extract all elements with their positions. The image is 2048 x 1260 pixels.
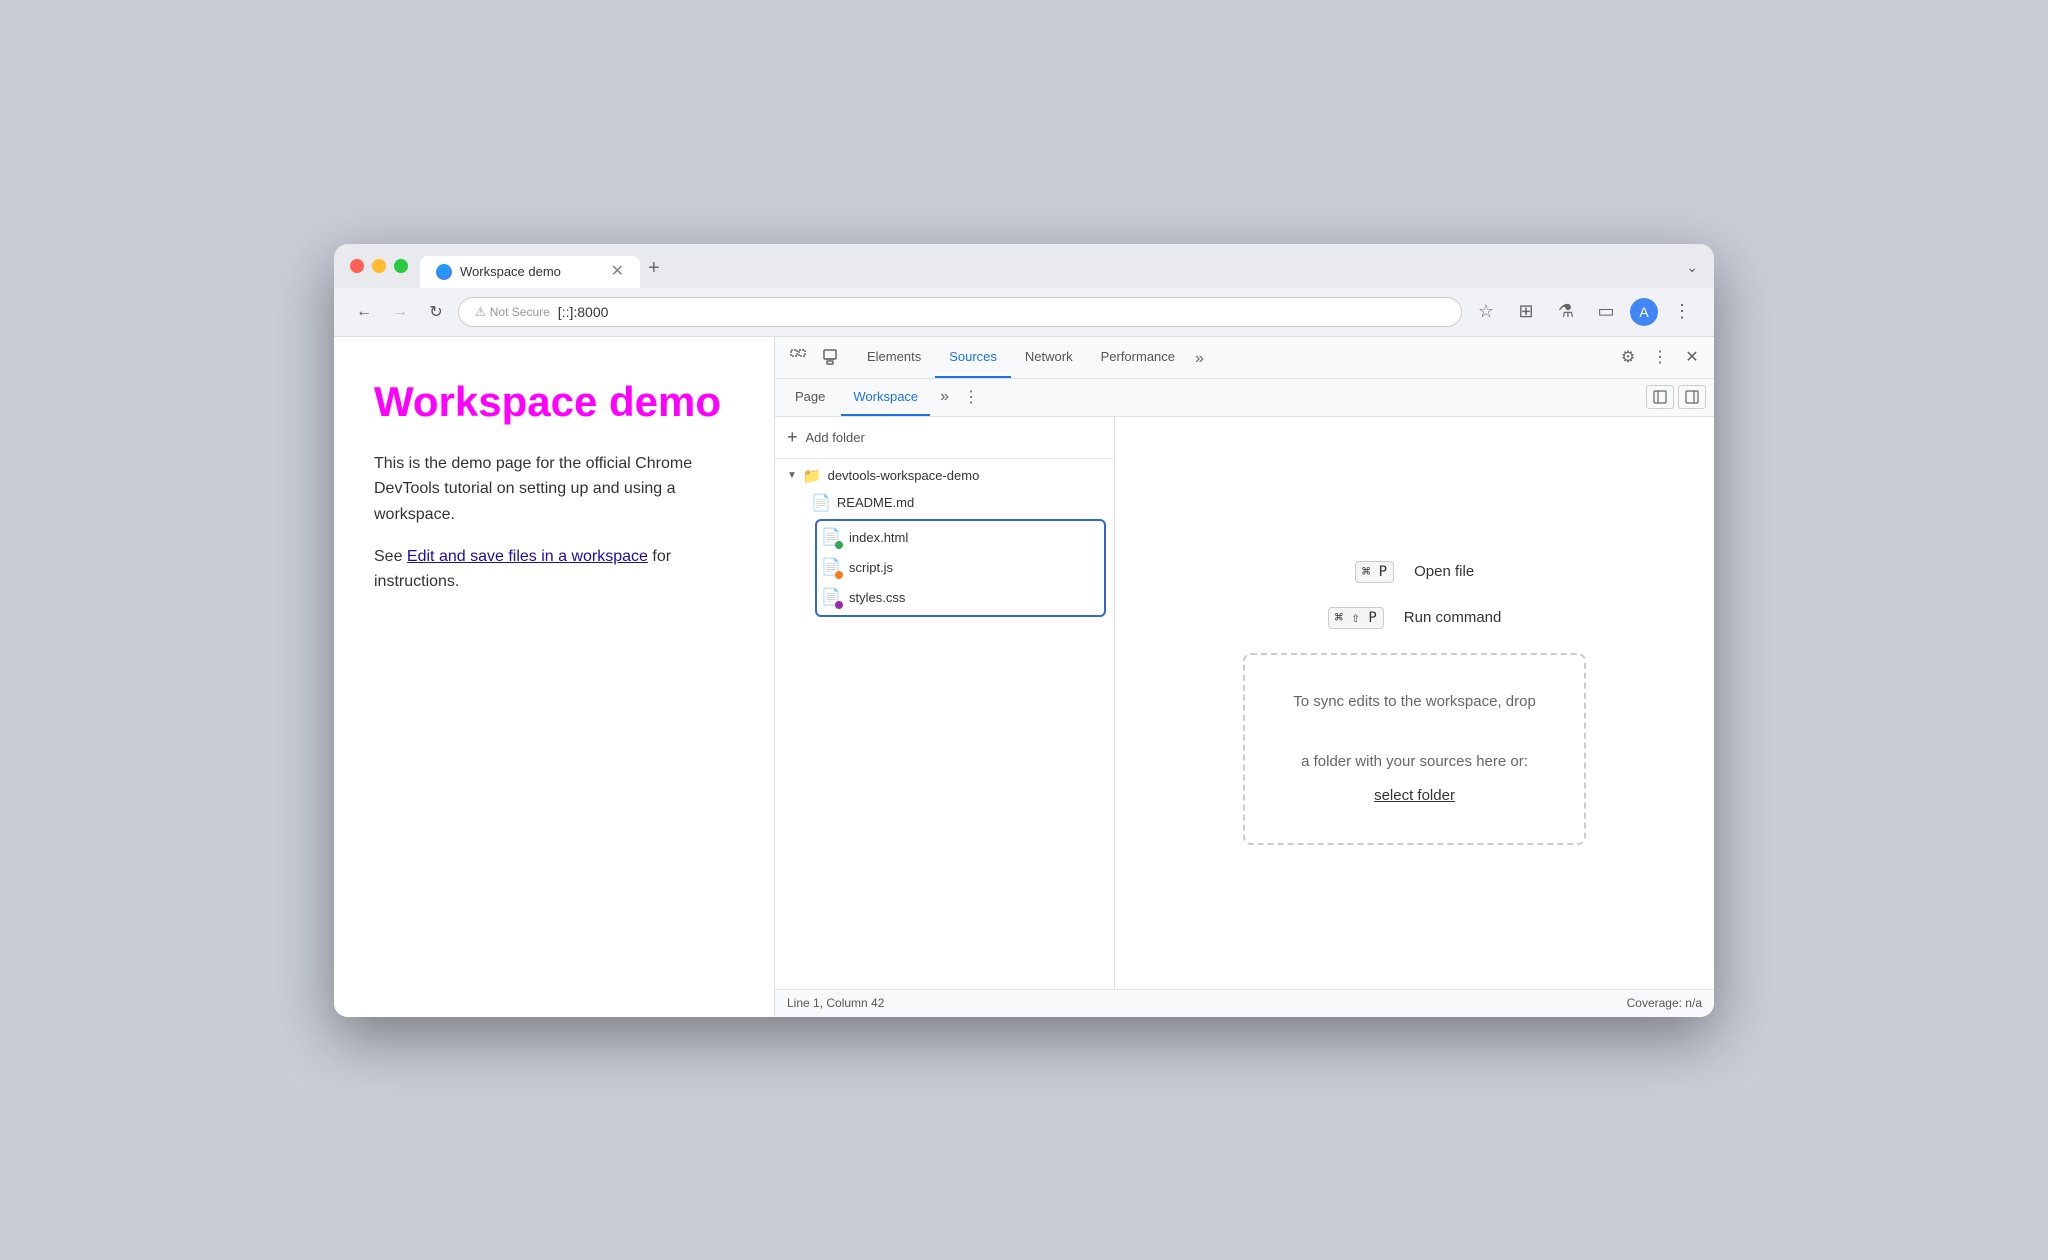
- tab-network[interactable]: Network: [1011, 337, 1087, 378]
- tab-elements[interactable]: Elements: [853, 337, 935, 378]
- tab-title: Workspace demo: [460, 264, 603, 279]
- browser-tab-active[interactable]: 🌐 Workspace demo ✕: [420, 256, 640, 288]
- extensions-button[interactable]: ⊞: [1510, 296, 1542, 328]
- status-coverage: Coverage: n/a: [1627, 996, 1702, 1010]
- devtools-settings-button[interactable]: ⚙: [1614, 343, 1642, 371]
- chrome-menu-button[interactable]: ⋮: [1666, 296, 1698, 328]
- shortcut-row-openfile: ⌘ P Open file: [1355, 561, 1474, 583]
- styles-file-icon-wrapper: 📄: [821, 587, 843, 609]
- devtools-topbar: Elements Sources Network Performance »: [775, 337, 1714, 379]
- editor-panel: ⌘ P Open file ⌘ ⇧ P Run command To sync …: [1115, 417, 1714, 989]
- not-secure-indicator: ⚠ Not Secure: [475, 305, 550, 319]
- main-content: Workspace demo This is the demo page for…: [334, 337, 1714, 1017]
- subtab-workspace[interactable]: Workspace: [841, 379, 930, 416]
- readme-filename: README.md: [837, 495, 914, 510]
- device-toolbar-button[interactable]: [815, 342, 845, 372]
- folder-arrow-icon: ▼: [787, 470, 797, 481]
- forward-button[interactable]: →: [386, 298, 414, 326]
- subtab-page[interactable]: Page: [783, 379, 837, 416]
- devtools-tools: [783, 342, 845, 372]
- page-description: This is the demo page for the official C…: [374, 451, 734, 528]
- devtools-toggle-button[interactable]: ⚗: [1550, 296, 1582, 328]
- add-folder-plus-icon: +: [787, 427, 798, 448]
- tab-performance[interactable]: Performance: [1087, 337, 1189, 378]
- root-folder-name: devtools-workspace-demo: [828, 468, 980, 483]
- sidebar-toggle-button[interactable]: ▭: [1590, 296, 1622, 328]
- bookmark-button[interactable]: ☆: [1470, 296, 1502, 328]
- script-file-dot: [835, 571, 843, 579]
- toolbar-icons: ☆ ⊞ ⚗ ▭ A ⋮: [1470, 296, 1698, 328]
- tabs-bar: 🌐 Workspace demo ✕ + ⌄: [420, 256, 1698, 288]
- close-traffic-light[interactable]: [350, 259, 364, 273]
- file-tree-panel: + Add folder ▼ 📁 devtools-workspace-demo…: [775, 417, 1115, 989]
- styles-file-dot: [835, 601, 843, 609]
- script-file-icon-wrapper: 📄: [821, 557, 843, 579]
- warning-icon: ⚠: [475, 305, 486, 319]
- tree-file-readme[interactable]: 📄 README.md: [775, 489, 1114, 517]
- minimize-traffic-light[interactable]: [372, 259, 386, 273]
- collapse-sidebar-button[interactable]: [1646, 385, 1674, 409]
- shortcut-run-cmd-label: Run command: [1404, 609, 1502, 626]
- tab-sources[interactable]: Sources: [935, 337, 1011, 378]
- devtools-body: + Add folder ▼ 📁 devtools-workspace-demo…: [775, 417, 1714, 989]
- tree-file-index[interactable]: 📄 index.html: [817, 523, 1104, 553]
- tab-more-button[interactable]: »: [1189, 340, 1210, 378]
- title-bar: 🌐 Workspace demo ✕ + ⌄: [334, 244, 1714, 288]
- address-field[interactable]: ⚠ Not Secure [::]:8000: [458, 297, 1462, 327]
- tree-file-styles[interactable]: 📄 styles.css: [817, 583, 1104, 613]
- folder-icon: 📁: [803, 467, 822, 485]
- file-tree: ▼ 📁 devtools-workspace-demo 📄 README.md: [775, 459, 1114, 989]
- tab-close-button[interactable]: ✕: [611, 264, 624, 280]
- shortcut-row-runcommand: ⌘ ⇧ P Run command: [1328, 607, 1502, 629]
- tab-favicon: 🌐: [436, 264, 452, 280]
- select-folder-link[interactable]: select folder: [1293, 781, 1536, 811]
- new-tab-button[interactable]: +: [640, 257, 668, 288]
- page-title: Workspace demo: [374, 377, 734, 427]
- back-button[interactable]: ←: [350, 298, 378, 326]
- maximize-traffic-light[interactable]: [394, 259, 408, 273]
- devtools-more-button[interactable]: ⋮: [1646, 343, 1674, 371]
- inspect-element-button[interactable]: [783, 342, 813, 372]
- see-prefix: See: [374, 548, 407, 565]
- styles-filename: styles.css: [849, 590, 905, 605]
- reload-button[interactable]: ↻: [422, 298, 450, 326]
- tree-root-folder[interactable]: ▼ 📁 devtools-workspace-demo: [775, 463, 1114, 489]
- address-bar: ← → ↻ ⚠ Not Secure [::]:8000 ☆ ⊞ ⚗ ▭ A ⋮: [334, 288, 1714, 337]
- index-file-icon-wrapper: 📄: [821, 527, 843, 549]
- file-icon-readme: 📄: [811, 493, 831, 513]
- profile-icon[interactable]: A: [1630, 298, 1658, 326]
- index-file-dot: [835, 541, 843, 549]
- subtab-menu-button[interactable]: ⋮: [959, 383, 983, 411]
- devtools-statusbar: Line 1, Column 42 Coverage: n/a: [775, 989, 1714, 1017]
- shortcut-run-cmd-keys: ⌘ ⇧ P: [1328, 607, 1384, 629]
- tab-expand-button[interactable]: ⌄: [1686, 259, 1698, 288]
- shortcut-open-file-label: Open file: [1414, 563, 1474, 580]
- page-link-paragraph: See Edit and save files in a workspace f…: [374, 544, 734, 595]
- script-filename: script.js: [849, 560, 893, 575]
- add-folder-label: Add folder: [806, 430, 865, 445]
- traffic-lights: [350, 259, 408, 285]
- drop-zone[interactable]: To sync edits to the workspace, dropa fo…: [1243, 653, 1586, 845]
- highlighted-files-box: 📄 index.html 📄: [815, 519, 1106, 617]
- subtab-right-icons: [1646, 385, 1706, 409]
- collapse-right-button[interactable]: [1678, 385, 1706, 409]
- workspace-tutorial-link[interactable]: Edit and save files in a workspace: [407, 548, 648, 565]
- devtools-panel: Elements Sources Network Performance »: [774, 337, 1714, 1017]
- devtools-right-icons: ⚙ ⋮ ✕: [1614, 343, 1706, 371]
- shortcut-open-file-keys: ⌘ P: [1355, 561, 1394, 583]
- index-filename: index.html: [849, 530, 908, 545]
- devtools-subbar: Page Workspace » ⋮: [775, 379, 1714, 417]
- drop-zone-text: To sync edits to the workspace, dropa fo…: [1293, 693, 1536, 770]
- status-position: Line 1, Column 42: [787, 996, 884, 1010]
- devtools-close-button[interactable]: ✕: [1678, 343, 1706, 371]
- page-content: Workspace demo This is the demo page for…: [334, 337, 774, 1017]
- url-text: [::]:8000: [558, 304, 609, 320]
- browser-window: 🌐 Workspace demo ✕ + ⌄ ← → ↻ ⚠ Not Secur…: [334, 244, 1714, 1017]
- tree-file-script[interactable]: 📄 script.js: [817, 553, 1104, 583]
- subtab-more-button[interactable]: »: [934, 384, 955, 410]
- devtools-tabs: Elements Sources Network Performance »: [853, 337, 1614, 378]
- add-folder-row[interactable]: + Add folder: [775, 417, 1114, 459]
- editor-empty-state: ⌘ P Open file ⌘ ⇧ P Run command To sync …: [1115, 417, 1714, 989]
